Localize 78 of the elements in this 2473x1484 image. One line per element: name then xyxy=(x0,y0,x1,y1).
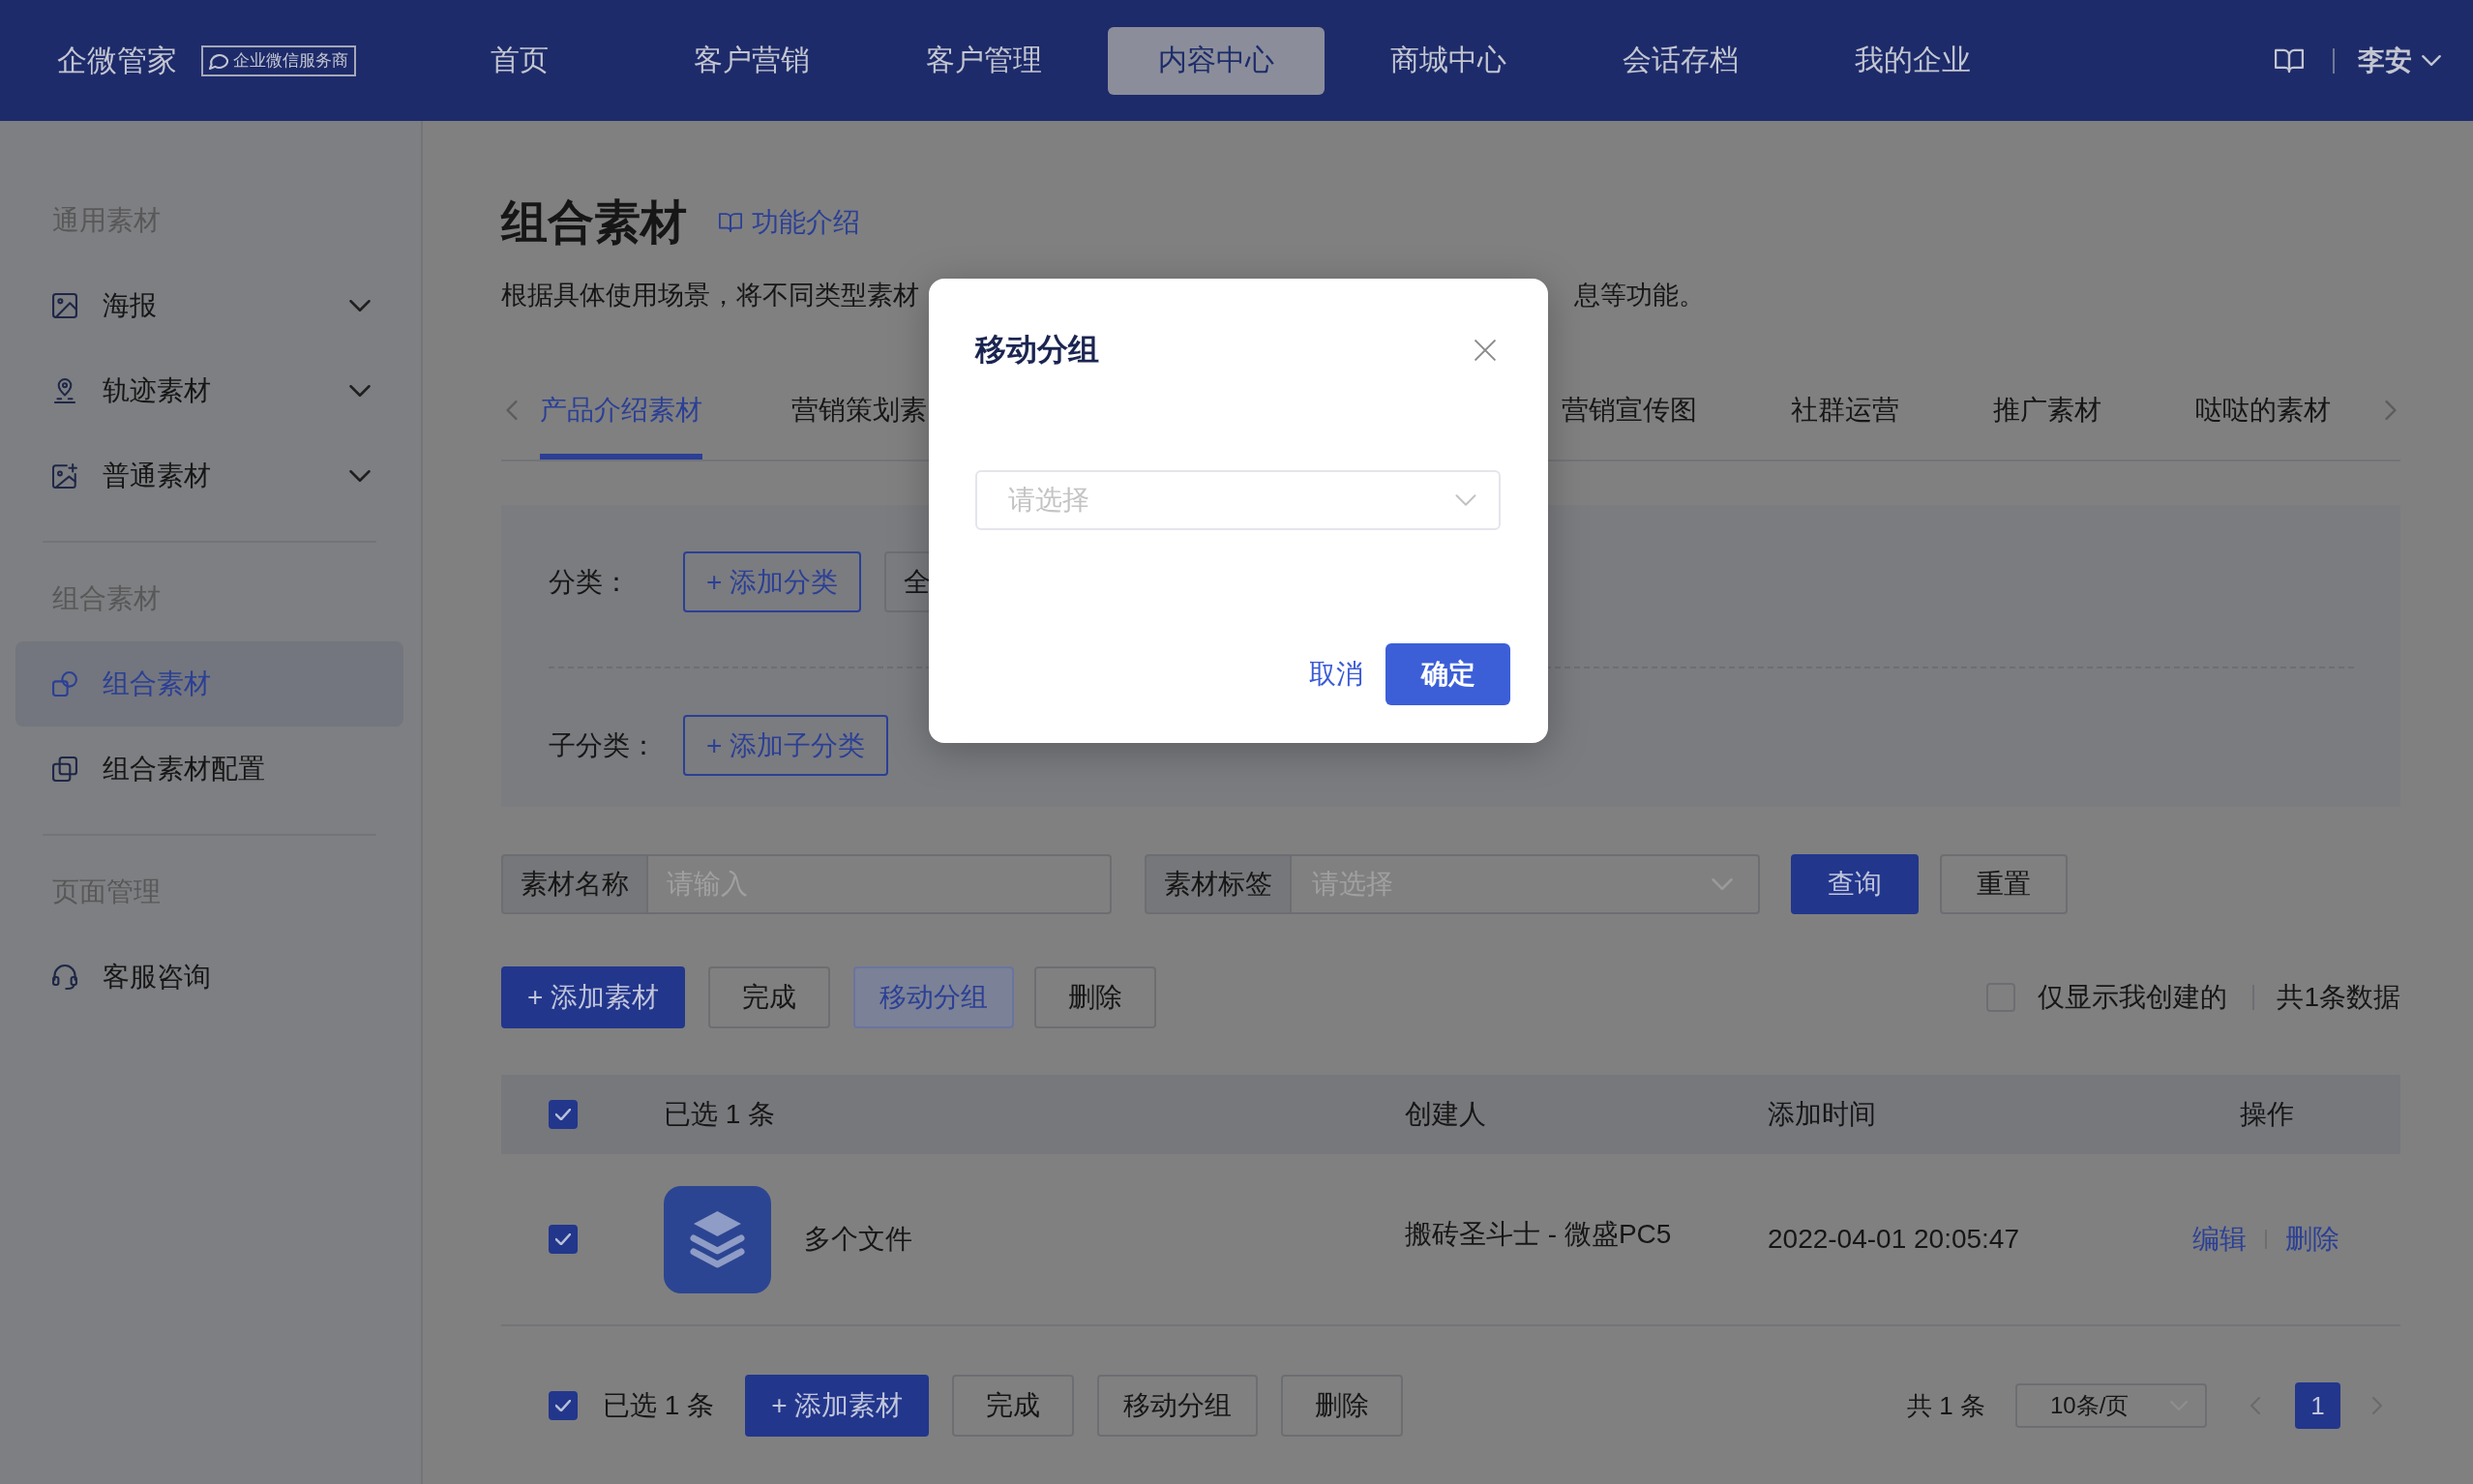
tab[interactable]: 推广素材 xyxy=(1993,391,2101,460)
nav-tab[interactable]: 客户营销 xyxy=(643,26,860,95)
sidebar-item[interactable]: 组合素材配置 xyxy=(15,727,403,812)
shapes-icon xyxy=(52,671,77,697)
dialog-title: 移动分组 xyxy=(975,331,1099,369)
sidebar-item[interactable]: 客服咨询 xyxy=(15,935,403,1020)
headset-icon xyxy=(52,965,77,990)
checkbox-label: 仅显示我创建的 xyxy=(2038,981,2228,1014)
image-plus-icon xyxy=(52,463,77,489)
book-icon[interactable] xyxy=(2275,47,2304,74)
description-text: 息等功能。 xyxy=(1574,280,1705,312)
footer-button[interactable]: + 添加素材 xyxy=(745,1375,930,1437)
selection-count: 已选 1 条 xyxy=(603,1389,715,1422)
action-link[interactable]: 删除 xyxy=(2285,1221,2339,1258)
nav-tab[interactable]: 会话存档 xyxy=(1572,26,1789,95)
tab[interactable]: 社群运营 xyxy=(1791,391,1899,460)
checkbox[interactable] xyxy=(549,1391,578,1420)
checkbox[interactable] xyxy=(549,1225,578,1254)
close-icon[interactable] xyxy=(1475,340,1496,361)
field-label: 素材标签 xyxy=(1145,854,1290,914)
nav-tab[interactable]: 首页 xyxy=(411,26,628,95)
chevron-left-icon[interactable] xyxy=(506,401,518,420)
chevron-down-icon xyxy=(2422,55,2441,66)
total-count: 共 1 条 xyxy=(1907,1389,1985,1422)
file-name: 多个文件 xyxy=(804,1223,912,1256)
image-icon xyxy=(52,293,77,318)
nav-tab[interactable]: 我的企业 xyxy=(1804,26,2021,95)
badge-text: 企业微信服务商 xyxy=(233,50,348,72)
footer-button[interactable]: 完成 xyxy=(952,1375,1075,1437)
search-button[interactable]: 查询 xyxy=(1791,854,1919,914)
table-cell-text: 2022-04-01 20:05:47 xyxy=(1768,1224,2020,1255)
book-icon xyxy=(719,213,742,232)
description-text: 根据具体使用场景，将不同类型素材 xyxy=(501,280,919,312)
chevron-down-icon xyxy=(1454,494,1477,506)
confirm-button[interactable]: 确定 xyxy=(1385,643,1510,705)
table-cell-text: 搬砖圣斗士 - 微盛PC5 xyxy=(1405,1218,1673,1251)
column-header: 已选 1 条 xyxy=(664,1098,777,1131)
column-header: 添加时间 xyxy=(1768,1098,1877,1131)
nav-tab[interactable]: 内容中心 xyxy=(1108,26,1325,95)
logo-text: 企微管家 xyxy=(57,42,177,79)
sidebar-item[interactable]: 轨迹素材 xyxy=(15,348,403,433)
sidebar-item[interactable]: 普通素材 xyxy=(15,433,403,519)
filter-label: 子分类： xyxy=(549,728,658,762)
tab[interactable]: 营销策划素 xyxy=(791,391,927,460)
page-title: 组合素材 xyxy=(501,195,687,250)
toolbar-button[interactable]: 删除 xyxy=(1034,966,1157,1028)
checkbox[interactable] xyxy=(549,1100,578,1129)
user-menu[interactable]: 李安 xyxy=(2358,42,2441,79)
footer-button[interactable]: 删除 xyxy=(1281,1375,1404,1437)
toolbar-button[interactable]: 移动分组 xyxy=(853,966,1015,1028)
footer-button[interactable]: 移动分组 xyxy=(1097,1375,1259,1437)
column-header: 操作 xyxy=(2239,1098,2295,1131)
filter-label: 分类： xyxy=(549,565,631,599)
tab[interactable]: 产品介绍素材 xyxy=(540,391,702,460)
sidebar-item[interactable]: 海报 xyxy=(15,263,403,348)
page-size-select[interactable]: 10条/页 xyxy=(2015,1383,2207,1428)
copy-icon xyxy=(52,757,77,782)
chevron-right-icon[interactable] xyxy=(2385,401,2397,420)
check-icon xyxy=(555,1400,571,1411)
check-icon xyxy=(555,1109,571,1120)
record-count: 共1条数据 xyxy=(2277,981,2400,1014)
toolbar-button[interactable]: 完成 xyxy=(708,966,831,1028)
cancel-button[interactable]: 取消 xyxy=(1309,656,1363,693)
toolbar-button[interactable]: + 添加素材 xyxy=(501,966,686,1028)
layers-icon xyxy=(664,1185,771,1293)
field-label: 素材名称 xyxy=(501,854,646,914)
column-header: 创建人 xyxy=(1405,1098,1487,1131)
reset-button[interactable]: 重置 xyxy=(1940,854,2068,914)
chevron-down-icon xyxy=(1712,878,1733,890)
page-button[interactable]: 1 xyxy=(2295,1382,2340,1429)
check-icon xyxy=(555,1233,571,1245)
action-link[interactable]: 编辑 xyxy=(2192,1221,2247,1258)
help-link[interactable]: 功能介绍 xyxy=(719,204,860,241)
tab[interactable]: 哒哒的素材 xyxy=(2195,391,2331,460)
map-pin-icon xyxy=(52,378,77,403)
nav-tab[interactable]: 商城中心 xyxy=(1340,26,1557,95)
nav-tab[interactable]: 客户管理 xyxy=(876,26,1092,95)
tab[interactable]: 营销宣传图 xyxy=(1562,391,1697,460)
